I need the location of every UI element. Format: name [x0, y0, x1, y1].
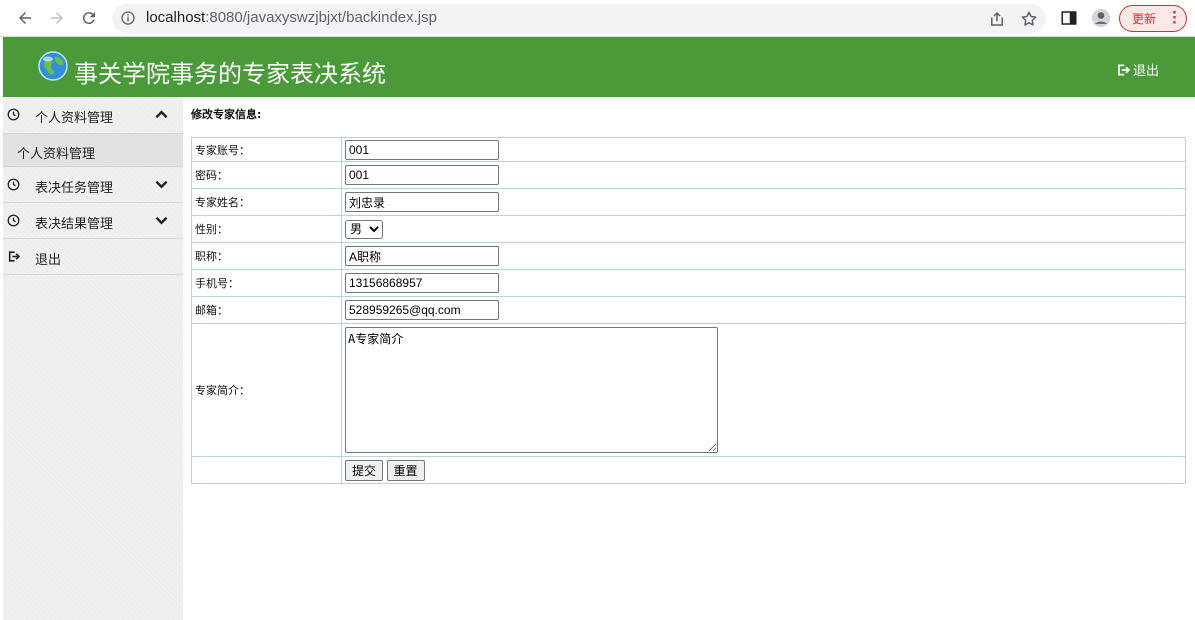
- sidebar-item-profile[interactable]: 个人资料管理: [3, 97, 183, 134]
- actions-empty-cell: [191, 456, 342, 484]
- bookmark-star-icon[interactable]: [1020, 10, 1038, 28]
- clock-icon: [7, 108, 20, 121]
- intro-textarea[interactable]: A专家简介: [345, 327, 718, 453]
- sidebar-item-logout[interactable]: 退出: [3, 239, 183, 275]
- email-label: 邮箱：: [191, 296, 342, 324]
- name-input[interactable]: [345, 192, 499, 212]
- sign-out-icon: [1118, 63, 1130, 76]
- title-label: 职称：: [191, 242, 342, 270]
- globe-logo-icon: [38, 51, 68, 81]
- side-panel-icon[interactable]: [1060, 9, 1078, 27]
- more-vert-icon[interactable]: · · ·: [1172, 7, 1177, 30]
- share-icon[interactable]: [988, 10, 1006, 28]
- sidebar-item-vote-tasks[interactable]: 表决任务管理: [3, 167, 183, 203]
- intro-label: 专家简介：: [191, 323, 342, 457]
- profile-avatar-icon[interactable]: [1091, 8, 1111, 28]
- chevron-up-icon: [155, 110, 168, 119]
- account-label: 专家账号：: [191, 137, 342, 162]
- chevron-down-icon: [155, 180, 168, 189]
- password-label: 密码：: [191, 161, 342, 189]
- chevron-down-icon: [155, 216, 168, 225]
- email-input[interactable]: [345, 300, 499, 320]
- account-input[interactable]: [345, 139, 499, 160]
- sign-out-icon: [8, 251, 20, 262]
- phone-label: 手机号：: [191, 269, 342, 297]
- update-button[interactable]: 更新 · · ·: [1119, 5, 1187, 32]
- gender-label: 性别：: [191, 215, 342, 243]
- submit-button[interactable]: 提交: [345, 459, 384, 481]
- name-label: 专家姓名：: [191, 188, 342, 216]
- password-input[interactable]: [345, 165, 499, 185]
- title-input[interactable]: [345, 246, 499, 266]
- section-title: 修改专家信息:: [191, 108, 262, 121]
- reload-icon[interactable]: [76, 5, 102, 31]
- phone-input[interactable]: [345, 273, 499, 293]
- expert-info-form: 专家账号： 密码： 专家姓名： 性别： 男 职称： 手机号： 邮箱： 专家简介：: [191, 137, 1186, 484]
- header-logout-link[interactable]: 退出: [1116, 60, 1159, 79]
- sidebar-subitem-profile[interactable]: 个人资料管理: [3, 134, 183, 167]
- sidebar-item-vote-results[interactable]: 表决结果管理: [3, 203, 183, 239]
- info-icon[interactable]: [120, 10, 136, 26]
- back-icon[interactable]: [12, 5, 38, 31]
- clock-icon: [7, 214, 20, 227]
- browser-toolbar: localhost:8080/javaxyswzjbjxt/backindex.…: [0, 0, 1195, 37]
- address-bar[interactable]: localhost:8080/javaxyswzjbjxt/backindex.…: [112, 4, 1046, 33]
- reset-button[interactable]: 重置: [386, 459, 425, 481]
- clock-icon: [7, 178, 20, 191]
- sidebar: 个人资料管理 个人资料管理 表决任务管理 表决结果管理 退出: [3, 97, 183, 620]
- gender-select[interactable]: 男: [345, 219, 383, 239]
- forward-icon[interactable]: [44, 5, 70, 31]
- app-title: 事关学院事务的专家表决系统: [74, 60, 386, 88]
- url-text: localhost:8080/javaxyswzjbjxt/backindex.…: [146, 9, 437, 26]
- app-header: 事关学院事务的专家表决系统 退出: [3, 37, 1195, 97]
